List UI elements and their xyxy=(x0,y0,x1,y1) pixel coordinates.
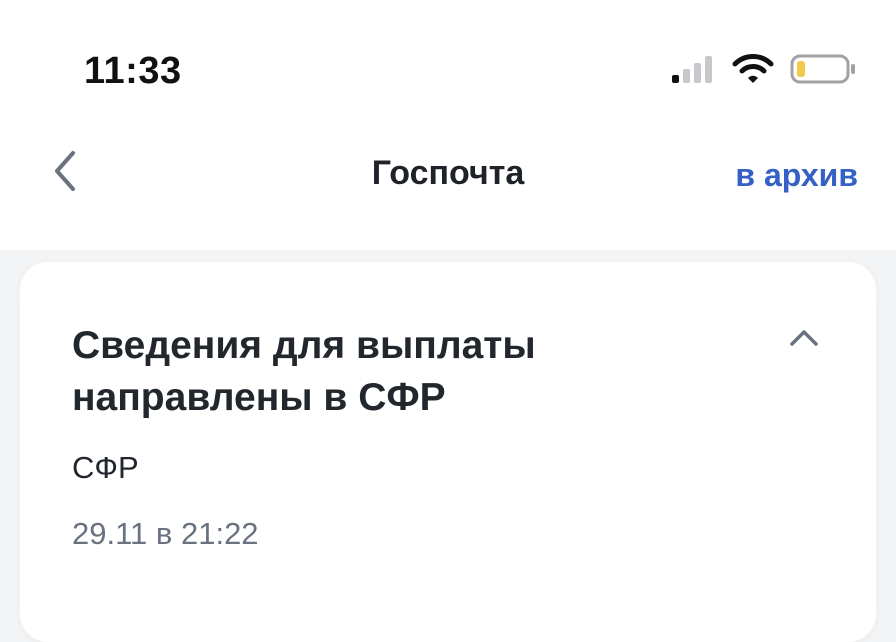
collapse-button[interactable] xyxy=(784,322,824,358)
message-date: 29.11 в 21:22 xyxy=(72,516,259,551)
status-icons xyxy=(670,53,856,90)
wifi-icon xyxy=(732,53,774,90)
message-card[interactable]: Сведения для выплаты направлены в СФР СФ… xyxy=(20,262,876,642)
cellular-signal-icon xyxy=(670,54,716,89)
chevron-up-icon xyxy=(789,328,819,353)
message-sender: СФР xyxy=(72,450,139,485)
status-time: 11:33 xyxy=(84,50,182,92)
message-title: Сведения для выплаты направлены в СФР xyxy=(72,324,536,419)
battery-icon xyxy=(790,54,856,89)
archive-button[interactable]: в архив xyxy=(735,157,858,194)
top-bar: 11:33 Госпочта в архив xyxy=(0,0,896,250)
status-bar: 11:33 xyxy=(0,0,896,120)
navigation-bar: Госпочта в архив xyxy=(0,140,896,210)
